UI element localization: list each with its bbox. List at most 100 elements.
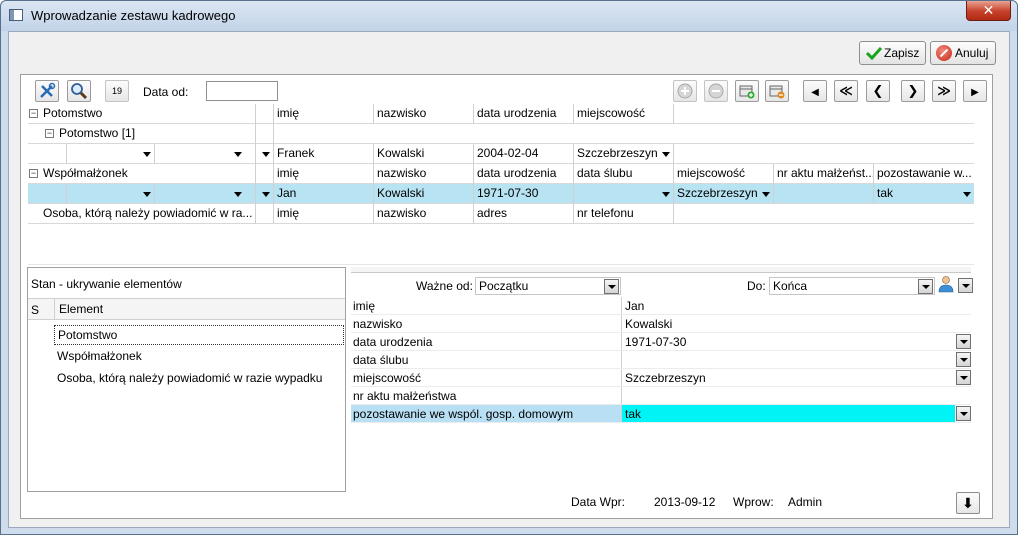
row-dropdown[interactable] bbox=[255, 144, 273, 164]
chevron-down-icon bbox=[143, 152, 151, 157]
valid-from-label: Ważne od: bbox=[416, 279, 473, 293]
cancel-button[interactable]: Anuluj bbox=[930, 41, 996, 65]
splitter[interactable] bbox=[28, 264, 974, 265]
entered-by-label: Wprow: bbox=[733, 495, 774, 509]
property-row[interactable]: imię Jan bbox=[351, 297, 971, 315]
column-header-s[interactable]: S bbox=[31, 303, 39, 317]
property-value[interactable]: 1971-07-30 bbox=[621, 333, 955, 350]
date-from-input[interactable] bbox=[206, 81, 278, 101]
grid-cell[interactable]: Kowalski bbox=[373, 144, 473, 164]
calendar-button[interactable]: 19 bbox=[105, 80, 129, 102]
details-panel: Ważne od: Początku Do: Końca imię Jan na… bbox=[351, 267, 976, 432]
property-label: nazwisko bbox=[353, 317, 403, 331]
tools-button[interactable] bbox=[35, 80, 59, 102]
property-value[interactable]: Jan bbox=[621, 297, 955, 314]
state-item[interactable]: Osoba, którą należy powiadomić w razie w… bbox=[54, 369, 322, 389]
search-button[interactable] bbox=[67, 80, 91, 102]
property-row[interactable]: data ślubu bbox=[351, 351, 971, 369]
column-header-element[interactable]: Element bbox=[54, 299, 103, 320]
grid-col-header: imię bbox=[273, 164, 373, 184]
tree-collapse-icon[interactable]: − bbox=[29, 169, 38, 178]
nav-prev-button[interactable]: ❮ bbox=[866, 80, 890, 102]
chevron-down-icon[interactable] bbox=[956, 334, 971, 349]
chevron-down-icon[interactable] bbox=[956, 406, 971, 421]
nav-next-page-button[interactable]: ≫ bbox=[932, 80, 956, 102]
add-record-button[interactable] bbox=[735, 80, 759, 102]
property-row[interactable]: nazwisko Kowalski bbox=[351, 315, 971, 333]
state-item[interactable]: Współmałżonek bbox=[54, 347, 142, 367]
grid-data-row[interactable]: Franek Kowalski 2004-02-04 Szczebrzeszyn bbox=[28, 144, 974, 164]
grid-col-header: miejscowość bbox=[673, 164, 773, 184]
nav-next-button[interactable]: ❯ bbox=[901, 80, 925, 102]
grid-subgroup-label: Potomstwo [1] bbox=[59, 126, 136, 140]
chevron-down-icon bbox=[963, 192, 971, 197]
person-button[interactable] bbox=[938, 275, 956, 295]
plus-circle-icon bbox=[677, 83, 693, 99]
chevron-down-icon bbox=[234, 192, 242, 197]
row-dropdown[interactable] bbox=[154, 144, 245, 164]
property-row-selected[interactable]: pozostawanie we wspól. gosp. domowym tak bbox=[351, 405, 971, 423]
valid-from-select[interactable]: Początku bbox=[475, 277, 621, 295]
grid-cell[interactable]: 2004-02-04 bbox=[473, 144, 573, 164]
property-value[interactable]: Szczebrzeszyn bbox=[621, 369, 955, 386]
chevron-down-icon[interactable] bbox=[956, 370, 971, 385]
row-dropdown[interactable] bbox=[154, 184, 245, 204]
property-value[interactable]: tak bbox=[621, 405, 955, 422]
add-record-icon bbox=[739, 85, 755, 99]
grid-cell-dropdown[interactable]: tak bbox=[873, 184, 974, 204]
grid-col-header: nr aktu małżeńst... bbox=[773, 164, 873, 184]
property-label: pozostawanie we wspól. gosp. domowym bbox=[353, 407, 574, 421]
nav-first-button[interactable]: ◀ bbox=[803, 80, 827, 102]
state-panel-title: Stan - ukrywanie elementów bbox=[31, 277, 182, 291]
row-dropdown[interactable] bbox=[255, 184, 273, 204]
chevron-down-icon[interactable] bbox=[956, 352, 971, 367]
property-row[interactable]: nr aktu małżeństwa bbox=[351, 387, 971, 405]
grid-cell[interactable]: 1971-07-30 bbox=[473, 184, 573, 204]
date-from-label: Data od: bbox=[143, 85, 189, 99]
property-row[interactable]: miejscowość Szczebrzeszyn bbox=[351, 369, 971, 387]
details-tab-strip bbox=[351, 267, 971, 273]
minus-circle-icon bbox=[708, 83, 724, 99]
grid-cell-dropdown[interactable]: Szczebrzeszyn bbox=[573, 144, 673, 164]
title-bar[interactable]: Wprowadzanie zestawu kadrowego ✕ bbox=[1, 1, 1017, 31]
grid-cell[interactable] bbox=[773, 184, 873, 204]
grid-group-row[interactable]: Osoba, którą należy powiadomić w ra... i… bbox=[28, 204, 974, 224]
row-dropdown[interactable] bbox=[66, 144, 154, 164]
save-button[interactable]: Zapisz bbox=[859, 41, 926, 65]
close-button[interactable]: ✕ bbox=[966, 1, 1011, 21]
grid-cell-dropdown[interactable] bbox=[573, 184, 673, 204]
property-value[interactable]: Kowalski bbox=[621, 315, 955, 332]
state-item[interactable]: Potomstwo bbox=[54, 325, 344, 345]
grid-group-row[interactable]: − Współmałżonek imię nazwisko data urodz… bbox=[28, 164, 974, 184]
person-dropdown-icon[interactable] bbox=[958, 278, 973, 293]
add-row-button[interactable] bbox=[673, 80, 697, 102]
grid-cell-dropdown[interactable]: Szczebrzeszyn bbox=[673, 184, 773, 204]
grid-subgroup-row[interactable]: − Potomstwo [1] bbox=[28, 124, 974, 144]
property-row[interactable]: data urodzenia 1971-07-30 bbox=[351, 333, 971, 351]
nav-prev-page-button[interactable]: ≪ bbox=[834, 80, 858, 102]
chevron-down-icon[interactable] bbox=[918, 279, 933, 294]
grid-col-header: nr telefonu bbox=[573, 204, 673, 224]
grid-cell[interactable]: Kowalski bbox=[373, 184, 473, 204]
main-window: Wprowadzanie zestawu kadrowego ✕ Zapisz … bbox=[0, 0, 1018, 535]
remove-row-button[interactable] bbox=[704, 80, 728, 102]
grid-data-row-selected[interactable]: Jan Kowalski 1971-07-30 Szczebrzeszyn ta… bbox=[28, 184, 974, 204]
scroll-down-button[interactable]: ⬇ bbox=[956, 492, 980, 514]
row-dropdown[interactable] bbox=[66, 184, 154, 204]
nav-last-button[interactable]: ▶ bbox=[963, 80, 987, 102]
grid-spacer-cell bbox=[255, 104, 273, 124]
property-label: data urodzenia bbox=[353, 335, 433, 349]
valid-to-select[interactable]: Końca bbox=[769, 277, 935, 295]
grid-cell-value: Szczebrzeszyn bbox=[577, 146, 658, 160]
delete-record-button[interactable] bbox=[765, 80, 789, 102]
chevron-down-icon[interactable] bbox=[604, 279, 619, 294]
property-value[interactable] bbox=[621, 387, 955, 404]
tree-collapse-icon[interactable]: − bbox=[45, 129, 54, 138]
property-label: imię bbox=[353, 299, 376, 313]
chevron-down-icon bbox=[662, 192, 670, 197]
grid-cell[interactable]: Franek bbox=[273, 144, 373, 164]
grid-cell[interactable]: Jan bbox=[273, 184, 373, 204]
property-value[interactable] bbox=[621, 351, 955, 368]
grid-group-row[interactable]: − Potomstwo imię nazwisko data urodzenia… bbox=[28, 104, 974, 124]
tree-collapse-icon[interactable]: − bbox=[29, 109, 38, 118]
